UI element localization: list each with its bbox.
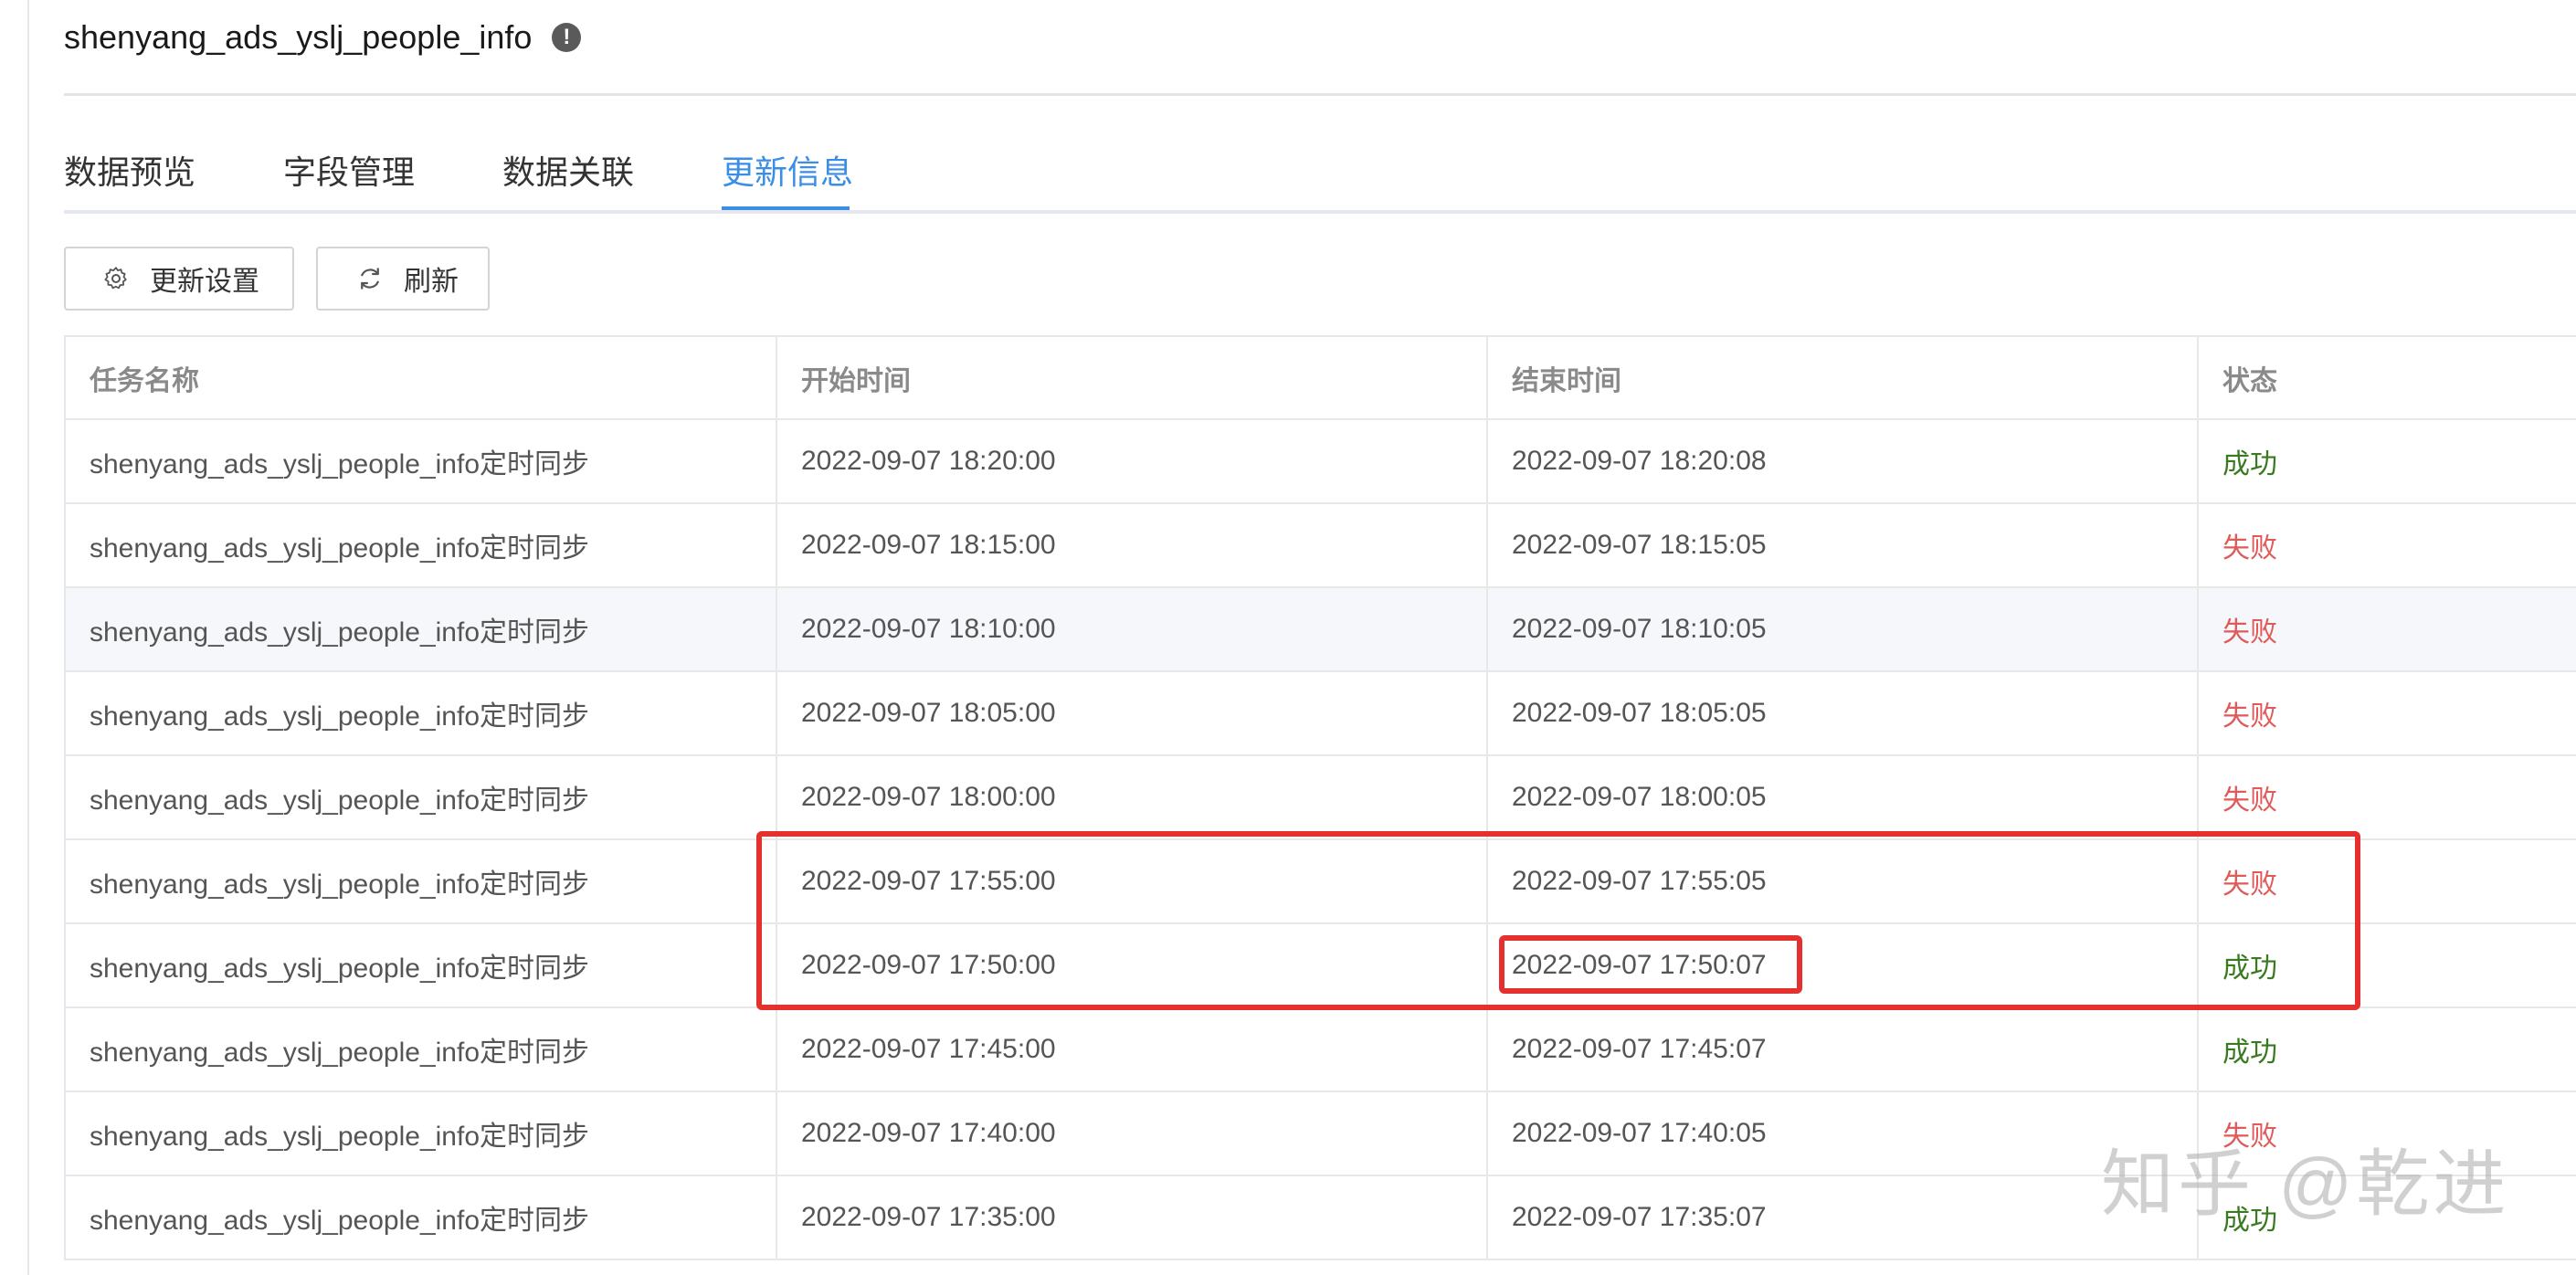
start-time-cell: 2022-09-07 18:15:00 bbox=[777, 504, 1488, 586]
tabs-divider bbox=[64, 210, 2576, 214]
tab-update-info[interactable]: 更新信息 bbox=[722, 146, 853, 194]
start-time-cell: 2022-09-07 17:35:00 bbox=[777, 1176, 1488, 1259]
end-time-cell: 2022-09-07 17:55:05 bbox=[1488, 840, 2199, 922]
table-row[interactable]: shenyang_ads_yslj_people_info定时同步 2022-09… bbox=[66, 588, 2576, 672]
update-settings-label: 更新设置 bbox=[150, 267, 259, 297]
end-time-cell: 2022-09-07 17:40:05 bbox=[1488, 1092, 2199, 1175]
title-divider bbox=[64, 93, 2576, 96]
task-name-cell: shenyang_ads_yslj_people_info定时同步 bbox=[66, 672, 777, 754]
table-row[interactable]: shenyang_ads_yslj_people_info定时同步 2022-09… bbox=[66, 420, 2576, 504]
left-panel-border bbox=[27, 0, 29, 1275]
title-row: shenyang_ads_yslj_people_info ! bbox=[64, 15, 582, 60]
task-name-cell: shenyang_ads_yslj_people_info定时同步 bbox=[66, 840, 777, 922]
page: shenyang_ads_yslj_people_info ! 数据预览 字段管… bbox=[0, 0, 2576, 1275]
tab-bar: 数据预览 字段管理 数据关联 更新信息 bbox=[64, 137, 2576, 214]
start-time-cell: 2022-09-07 17:50:00 bbox=[777, 924, 1488, 1006]
table-body: shenyang_ads_yslj_people_info定时同步 2022-09… bbox=[66, 420, 2576, 1260]
tab-field-management[interactable]: 字段管理 bbox=[283, 146, 415, 194]
table-row[interactable]: shenyang_ads_yslj_people_info定时同步 2022-09… bbox=[66, 756, 2576, 840]
start-time-cell: 2022-09-07 18:10:00 bbox=[777, 588, 1488, 670]
column-header-task-name: 任务名称 bbox=[66, 337, 777, 418]
table-header-row: 任务名称 开始时间 结束时间 状态 bbox=[66, 337, 2576, 420]
start-time-cell: 2022-09-07 18:00:00 bbox=[777, 756, 1488, 838]
end-time-cell: 2022-09-07 18:15:05 bbox=[1488, 504, 2199, 586]
table-row[interactable]: shenyang_ads_yslj_people_info定时同步 2022-09… bbox=[66, 504, 2576, 588]
end-time-cell: 2022-09-07 17:45:07 bbox=[1488, 1008, 2199, 1091]
status-cell: 失败 bbox=[2222, 701, 2277, 732]
status-cell: 失败 bbox=[2222, 869, 2277, 900]
task-name-cell: shenyang_ads_yslj_people_info定时同步 bbox=[66, 1176, 777, 1259]
status-cell: 成功 bbox=[2222, 954, 2277, 984]
gear-icon bbox=[104, 267, 127, 290]
end-time-cell: 2022-09-07 17:50:07 bbox=[1488, 924, 2199, 1006]
end-time-cell: 2022-09-07 18:00:05 bbox=[1488, 756, 2199, 838]
task-name-cell: shenyang_ads_yslj_people_info定时同步 bbox=[66, 420, 777, 502]
start-time-cell: 2022-09-07 18:05:00 bbox=[777, 672, 1488, 754]
page-title: shenyang_ads_yslj_people_info bbox=[64, 18, 533, 56]
end-time-cell: 2022-09-07 18:10:05 bbox=[1488, 588, 2199, 670]
status-cell: 成功 bbox=[2222, 1038, 2277, 1068]
tab-data-preview[interactable]: 数据预览 bbox=[64, 146, 195, 194]
status-cell: 失败 bbox=[2222, 785, 2277, 816]
start-time-cell: 2022-09-07 18:20:00 bbox=[777, 420, 1488, 502]
column-header-start-time: 开始时间 bbox=[777, 337, 1488, 418]
column-header-status: 状态 bbox=[2222, 365, 2277, 396]
task-name-cell: shenyang_ads_yslj_people_info定时同步 bbox=[66, 1092, 777, 1175]
table-row[interactable]: shenyang_ads_yslj_people_info定时同步 2022-09… bbox=[66, 840, 2576, 924]
status-cell: 失败 bbox=[2222, 617, 2277, 648]
end-time-cell: 2022-09-07 18:20:08 bbox=[1488, 420, 2199, 502]
status-cell: 成功 bbox=[2222, 449, 2277, 479]
table-row[interactable]: shenyang_ads_yslj_people_info定时同步 2022-09… bbox=[66, 924, 2576, 1008]
update-history-table: 任务名称 开始时间 结束时间 状态 shenyang_ads_yslj_peop… bbox=[64, 335, 2576, 1260]
table-row[interactable]: shenyang_ads_yslj_people_info定时同步 2022-09… bbox=[66, 1092, 2576, 1176]
task-name-cell: shenyang_ads_yslj_people_info定时同步 bbox=[66, 504, 777, 586]
update-settings-button[interactable]: 更新设置 bbox=[64, 247, 294, 311]
start-time-cell: 2022-09-07 17:40:00 bbox=[777, 1092, 1488, 1175]
end-time-cell: 2022-09-07 17:35:07 bbox=[1488, 1176, 2199, 1259]
refresh-button[interactable]: 刷新 bbox=[316, 247, 490, 311]
column-header-end-time: 结束时间 bbox=[1488, 337, 2199, 418]
status-cell: 成功 bbox=[2222, 1206, 2277, 1236]
tab-data-association[interactable]: 数据关联 bbox=[502, 146, 634, 194]
refresh-icon bbox=[361, 268, 379, 290]
end-time-cell: 2022-09-07 18:05:05 bbox=[1488, 672, 2199, 754]
info-icon[interactable]: ! bbox=[552, 23, 582, 52]
status-cell: 失败 bbox=[2222, 533, 2277, 564]
status-cell: 失败 bbox=[2222, 1122, 2277, 1152]
table-row[interactable]: shenyang_ads_yslj_people_info定时同步 2022-09… bbox=[66, 1176, 2576, 1260]
task-name-cell: shenyang_ads_yslj_people_info定时同步 bbox=[66, 1008, 777, 1091]
refresh-label: 刷新 bbox=[404, 267, 459, 297]
start-time-cell: 2022-09-07 17:45:00 bbox=[777, 1008, 1488, 1091]
start-time-cell: 2022-09-07 17:55:00 bbox=[777, 840, 1488, 922]
task-name-cell: shenyang_ads_yslj_people_info定时同步 bbox=[66, 756, 777, 838]
task-name-cell: shenyang_ads_yslj_people_info定时同步 bbox=[66, 588, 777, 670]
task-name-cell: shenyang_ads_yslj_people_info定时同步 bbox=[66, 924, 777, 1006]
table-row[interactable]: shenyang_ads_yslj_people_info定时同步 2022-09… bbox=[66, 672, 2576, 756]
table-row[interactable]: shenyang_ads_yslj_people_info定时同步 2022-09… bbox=[66, 1008, 2576, 1092]
